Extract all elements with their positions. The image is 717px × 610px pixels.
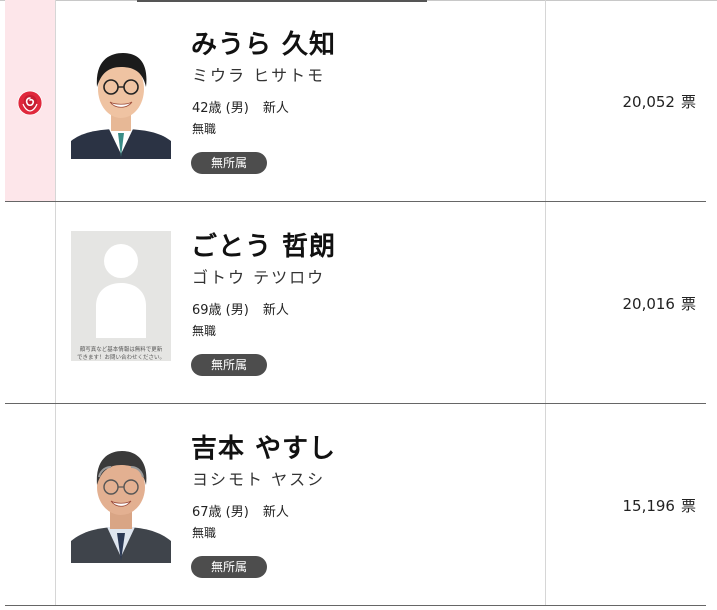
party-badge[interactable]: 無所属 bbox=[191, 152, 267, 174]
party-badge[interactable]: 無所属 bbox=[191, 556, 267, 578]
age-gender: 42歳 (男) bbox=[192, 101, 249, 116]
candidate-status: 新人 bbox=[262, 101, 289, 116]
photo-note-1: 顔写真など基本情報は無料で更新 bbox=[80, 345, 163, 353]
vote-unit: 票 bbox=[680, 497, 696, 515]
vote-number: 20,052 bbox=[622, 93, 675, 111]
table-row: 顔写真など基本情報は無料で更新 できます！お問い合わせください。 ごとう 哲朗 … bbox=[5, 202, 706, 404]
table-row: みうら 久知 ミウラ ヒサトモ 42歳 (男) 新人 無職 無所属 20,052 票 bbox=[5, 0, 706, 202]
candidate-name[interactable]: みうら 久知 bbox=[191, 24, 336, 61]
candidate-kana: ヨシモト ヤスシ bbox=[192, 470, 326, 489]
elected-mark-cell bbox=[5, 0, 56, 201]
candidate-info-cell: みうら 久知 ミウラ ヒサトモ 42歳 (男) 新人 無職 無所属 bbox=[56, 0, 546, 201]
votes-cell: 20,052 票 bbox=[546, 0, 706, 201]
votes-cell: 15,196 票 bbox=[546, 404, 706, 605]
vote-unit: 票 bbox=[680, 295, 696, 313]
candidate-age: 67歳 (男) 新人 bbox=[192, 501, 289, 520]
elected-mark-cell bbox=[5, 404, 56, 605]
age-gender: 67歳 (男) bbox=[192, 505, 249, 520]
no-photo-placeholder[interactable]: 顔写真など基本情報は無料で更新 できます！お問い合わせください。 bbox=[71, 231, 171, 361]
candidate-kana: ミウラ ヒサトモ bbox=[192, 66, 326, 85]
results-table: みうら 久知 ミウラ ヒサトモ 42歳 (男) 新人 無職 無所属 20,052 票… bbox=[5, 0, 706, 606]
rose-icon bbox=[17, 90, 43, 116]
candidate-status: 新人 bbox=[262, 303, 289, 318]
candidate-age: 69歳 (男) 新人 bbox=[192, 299, 289, 318]
candidate-kana: ゴトウ テツロウ bbox=[192, 268, 326, 287]
table-row: 吉本 やすし ヨシモト ヤスシ 67歳 (男) 新人 無職 無所属 15,196 票 bbox=[5, 404, 706, 606]
vote-number: 20,016 bbox=[622, 295, 675, 313]
vote-count: 20,016 票 bbox=[622, 293, 696, 314]
candidate-job: 無職 bbox=[192, 324, 217, 338]
candidate-status: 新人 bbox=[262, 505, 289, 520]
candidate-name[interactable]: ごとう 哲朗 bbox=[191, 226, 336, 263]
candidate-job: 無職 bbox=[192, 122, 217, 136]
candidate-name[interactable]: 吉本 やすし bbox=[191, 428, 336, 465]
vote-unit: 票 bbox=[680, 93, 696, 111]
candidate-info-cell: 顔写真など基本情報は無料で更新 できます！お問い合わせください。 ごとう 哲朗 … bbox=[56, 202, 546, 403]
elected-mark-cell bbox=[5, 202, 56, 403]
candidate-age: 42歳 (男) 新人 bbox=[192, 97, 289, 116]
candidate-job: 無職 bbox=[192, 526, 217, 540]
age-gender: 69歳 (男) bbox=[192, 303, 249, 318]
vote-count: 20,052 票 bbox=[622, 91, 696, 112]
votes-cell: 20,016 票 bbox=[546, 202, 706, 403]
candidate-info-cell: 吉本 やすし ヨシモト ヤスシ 67歳 (男) 新人 無職 無所属 bbox=[56, 404, 546, 605]
party-badge[interactable]: 無所属 bbox=[191, 354, 267, 376]
photo-note-2: できます！お問い合わせください。 bbox=[77, 353, 165, 361]
candidate-photo[interactable] bbox=[71, 29, 171, 159]
vote-number: 15,196 bbox=[622, 497, 675, 515]
candidate-photo[interactable] bbox=[71, 433, 171, 563]
vote-count: 15,196 票 bbox=[622, 495, 696, 516]
